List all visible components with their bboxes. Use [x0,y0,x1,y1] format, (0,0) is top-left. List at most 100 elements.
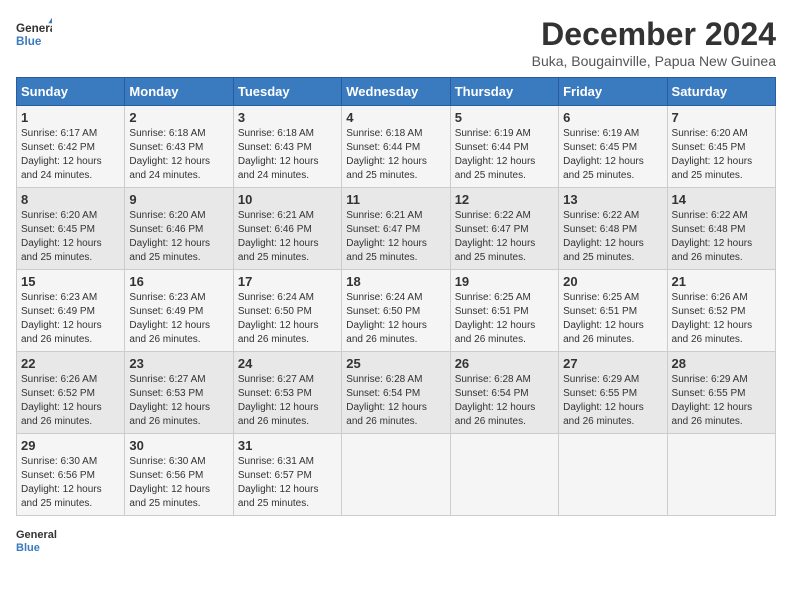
table-row [450,434,558,516]
day-info: Sunrise: 6:18 AM Sunset: 6:43 PM Dayligh… [238,127,337,183]
day-info: Sunrise: 6:21 AM Sunset: 6:46 PM Dayligh… [238,209,337,265]
table-row: 20 Sunrise: 6:25 AM Sunset: 6:51 PM Dayl… [559,270,667,352]
calendar-header: Sunday Monday Tuesday Wednesday Thursday… [17,78,776,106]
day-info: Sunrise: 6:28 AM Sunset: 6:54 PM Dayligh… [346,373,445,429]
day-number: 21 [672,274,771,289]
day-info: Sunrise: 6:22 AM Sunset: 6:48 PM Dayligh… [672,209,771,265]
day-number: 23 [129,356,228,371]
day-number: 29 [21,438,120,453]
calendar-week-5: 29 Sunrise: 6:30 AM Sunset: 6:56 PM Dayl… [17,434,776,516]
table-row: 5 Sunrise: 6:19 AM Sunset: 6:44 PM Dayli… [450,106,558,188]
table-row: 18 Sunrise: 6:24 AM Sunset: 6:50 PM Dayl… [342,270,450,352]
table-row: 12 Sunrise: 6:22 AM Sunset: 6:47 PM Dayl… [450,188,558,270]
title-area: December 2024 Buka, Bougainville, Papua … [532,16,776,69]
table-row: 14 Sunrise: 6:22 AM Sunset: 6:48 PM Dayl… [667,188,775,270]
day-info: Sunrise: 6:26 AM Sunset: 6:52 PM Dayligh… [21,373,120,429]
col-wednesday: Wednesday [342,78,450,106]
day-info: Sunrise: 6:19 AM Sunset: 6:45 PM Dayligh… [563,127,662,183]
day-number: 10 [238,192,337,207]
calendar-table: Sunday Monday Tuesday Wednesday Thursday… [16,77,776,516]
table-row: 27 Sunrise: 6:29 AM Sunset: 6:55 PM Dayl… [559,352,667,434]
col-saturday: Saturday [667,78,775,106]
calendar-week-2: 8 Sunrise: 6:20 AM Sunset: 6:45 PM Dayli… [17,188,776,270]
day-info: Sunrise: 6:29 AM Sunset: 6:55 PM Dayligh… [563,373,662,429]
table-row: 31 Sunrise: 6:31 AM Sunset: 6:57 PM Dayl… [233,434,341,516]
table-row: 7 Sunrise: 6:20 AM Sunset: 6:45 PM Dayli… [667,106,775,188]
day-number: 31 [238,438,337,453]
day-info: Sunrise: 6:21 AM Sunset: 6:47 PM Dayligh… [346,209,445,265]
day-number: 19 [455,274,554,289]
table-row: 13 Sunrise: 6:22 AM Sunset: 6:48 PM Dayl… [559,188,667,270]
table-row: 1 Sunrise: 6:17 AM Sunset: 6:42 PM Dayli… [17,106,125,188]
calendar-week-1: 1 Sunrise: 6:17 AM Sunset: 6:42 PM Dayli… [17,106,776,188]
day-number: 3 [238,110,337,125]
day-number: 28 [672,356,771,371]
table-row: 8 Sunrise: 6:20 AM Sunset: 6:45 PM Dayli… [17,188,125,270]
day-number: 14 [672,192,771,207]
table-row: 6 Sunrise: 6:19 AM Sunset: 6:45 PM Dayli… [559,106,667,188]
table-row: 29 Sunrise: 6:30 AM Sunset: 6:56 PM Dayl… [17,434,125,516]
col-monday: Monday [125,78,233,106]
table-row: 28 Sunrise: 6:29 AM Sunset: 6:55 PM Dayl… [667,352,775,434]
table-row: 2 Sunrise: 6:18 AM Sunset: 6:43 PM Dayli… [125,106,233,188]
day-number: 24 [238,356,337,371]
table-row: 11 Sunrise: 6:21 AM Sunset: 6:47 PM Dayl… [342,188,450,270]
table-row: 3 Sunrise: 6:18 AM Sunset: 6:43 PM Dayli… [233,106,341,188]
table-row: 19 Sunrise: 6:25 AM Sunset: 6:51 PM Dayl… [450,270,558,352]
table-row: 17 Sunrise: 6:24 AM Sunset: 6:50 PM Dayl… [233,270,341,352]
day-info: Sunrise: 6:23 AM Sunset: 6:49 PM Dayligh… [21,291,120,347]
day-info: Sunrise: 6:29 AM Sunset: 6:55 PM Dayligh… [672,373,771,429]
day-info: Sunrise: 6:26 AM Sunset: 6:52 PM Dayligh… [672,291,771,347]
header-row: Sunday Monday Tuesday Wednesday Thursday… [17,78,776,106]
day-number: 13 [563,192,662,207]
table-row: 15 Sunrise: 6:23 AM Sunset: 6:49 PM Dayl… [17,270,125,352]
day-number: 22 [21,356,120,371]
table-row: 16 Sunrise: 6:23 AM Sunset: 6:49 PM Dayl… [125,270,233,352]
svg-text:General: General [16,22,52,35]
day-info: Sunrise: 6:30 AM Sunset: 6:56 PM Dayligh… [129,455,228,511]
page-subtitle: Buka, Bougainville, Papua New Guinea [532,53,776,69]
day-info: Sunrise: 6:22 AM Sunset: 6:48 PM Dayligh… [563,209,662,265]
day-info: Sunrise: 6:27 AM Sunset: 6:53 PM Dayligh… [238,373,337,429]
table-row: 9 Sunrise: 6:20 AM Sunset: 6:46 PM Dayli… [125,188,233,270]
day-info: Sunrise: 6:18 AM Sunset: 6:43 PM Dayligh… [129,127,228,183]
calendar-body: 1 Sunrise: 6:17 AM Sunset: 6:42 PM Dayli… [17,106,776,516]
table-row: 4 Sunrise: 6:18 AM Sunset: 6:44 PM Dayli… [342,106,450,188]
day-number: 5 [455,110,554,125]
day-info: Sunrise: 6:31 AM Sunset: 6:57 PM Dayligh… [238,455,337,511]
table-row: 24 Sunrise: 6:27 AM Sunset: 6:53 PM Dayl… [233,352,341,434]
table-row: 26 Sunrise: 6:28 AM Sunset: 6:54 PM Dayl… [450,352,558,434]
day-info: Sunrise: 6:20 AM Sunset: 6:45 PM Dayligh… [672,127,771,183]
day-number: 2 [129,110,228,125]
col-tuesday: Tuesday [233,78,341,106]
day-info: Sunrise: 6:30 AM Sunset: 6:56 PM Dayligh… [21,455,120,511]
day-info: Sunrise: 6:28 AM Sunset: 6:54 PM Dayligh… [455,373,554,429]
day-number: 25 [346,356,445,371]
day-number: 27 [563,356,662,371]
calendar-week-4: 22 Sunrise: 6:26 AM Sunset: 6:52 PM Dayl… [17,352,776,434]
day-number: 8 [21,192,120,207]
table-row [342,434,450,516]
svg-text:General: General [16,529,57,541]
table-row: 30 Sunrise: 6:30 AM Sunset: 6:56 PM Dayl… [125,434,233,516]
day-info: Sunrise: 6:20 AM Sunset: 6:45 PM Dayligh… [21,209,120,265]
col-thursday: Thursday [450,78,558,106]
table-row: 10 Sunrise: 6:21 AM Sunset: 6:46 PM Dayl… [233,188,341,270]
table-row [559,434,667,516]
svg-text:Blue: Blue [16,35,42,48]
day-info: Sunrise: 6:22 AM Sunset: 6:47 PM Dayligh… [455,209,554,265]
table-row: 23 Sunrise: 6:27 AM Sunset: 6:53 PM Dayl… [125,352,233,434]
table-row [667,434,775,516]
calendar-week-3: 15 Sunrise: 6:23 AM Sunset: 6:49 PM Dayl… [17,270,776,352]
day-info: Sunrise: 6:19 AM Sunset: 6:44 PM Dayligh… [455,127,554,183]
day-number: 6 [563,110,662,125]
page-title: December 2024 [532,16,776,53]
day-info: Sunrise: 6:24 AM Sunset: 6:50 PM Dayligh… [346,291,445,347]
day-info: Sunrise: 6:25 AM Sunset: 6:51 PM Dayligh… [563,291,662,347]
day-number: 30 [129,438,228,453]
day-number: 17 [238,274,337,289]
day-number: 4 [346,110,445,125]
logo: General Blue [16,16,116,52]
day-number: 11 [346,192,445,207]
day-number: 20 [563,274,662,289]
